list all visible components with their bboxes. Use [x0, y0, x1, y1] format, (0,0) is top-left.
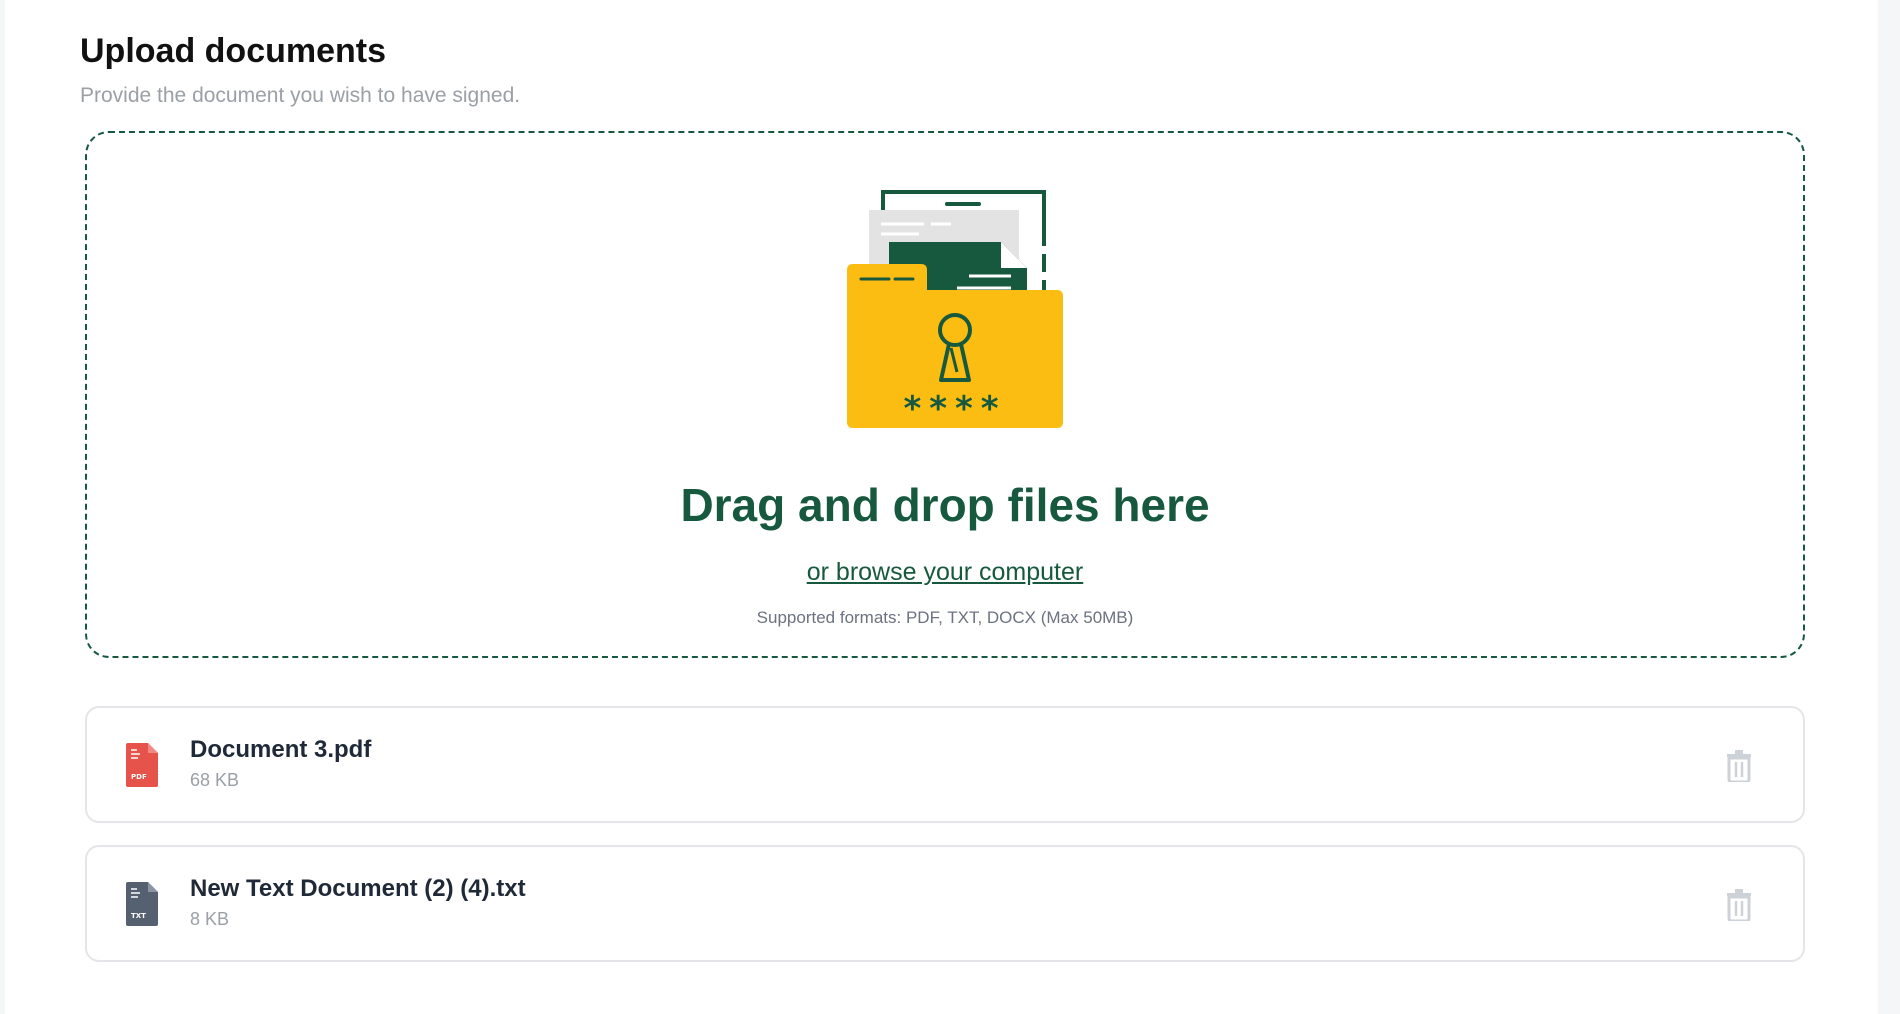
browse-link[interactable]: or browse your computer: [807, 558, 1084, 586]
page-subtitle: Provide the document you wish to have si…: [80, 84, 521, 107]
locked-folder-icon: ****: [847, 190, 1063, 429]
file-item: PDF Document 3.pdf 68 KB: [85, 706, 1805, 823]
pdf-file-icon: PDF: [126, 743, 158, 787]
txt-file-icon: TXT: [126, 882, 158, 926]
file-size: 8 KB: [190, 909, 230, 929]
file-dropzone[interactable]: **** Drag and drop files here or browse …: [85, 131, 1805, 658]
browse-wrapper: or browse your computer: [87, 558, 1803, 587]
supported-formats: Supported formats: PDF, TXT, DOCX (Max 5…: [756, 608, 1134, 627]
trash-icon[interactable]: [1725, 750, 1753, 782]
file-type-badge: TXT: [131, 912, 146, 920]
file-item: TXT New Text Document (2) (4).txt 8 KB: [85, 845, 1805, 962]
file-size: 68 KB: [190, 770, 240, 790]
file-name: Document 3.pdf: [190, 736, 372, 763]
upload-panel: Upload documents Provide the document yo…: [5, 0, 1878, 1014]
page-title: Upload documents: [80, 32, 387, 70]
file-type-badge: PDF: [131, 773, 147, 781]
password-mask: ****: [903, 389, 1006, 429]
file-name: New Text Document (2) (4).txt: [190, 875, 526, 902]
trash-icon[interactable]: [1725, 889, 1753, 921]
dropzone-title: Drag and drop files here: [680, 479, 1210, 531]
